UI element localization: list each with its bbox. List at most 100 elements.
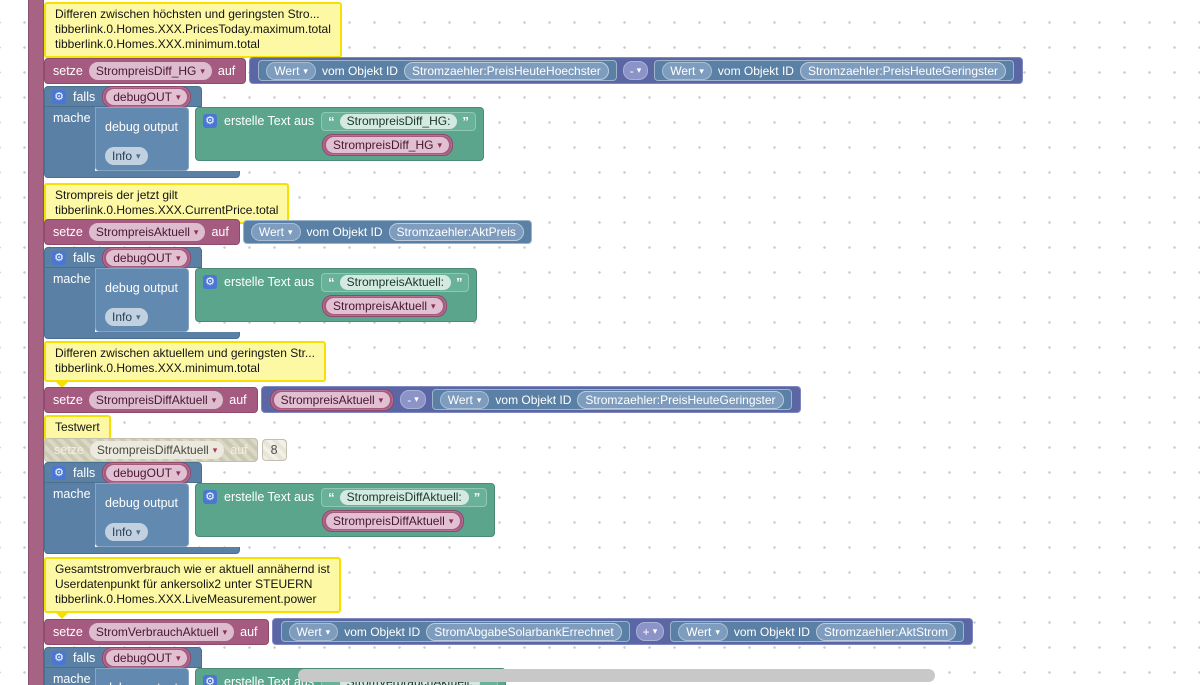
chevron-down-icon: ▾ bbox=[175, 652, 181, 663]
mache-label: mache bbox=[53, 487, 91, 501]
value-type-dropdown[interactable]: Wert ▾ bbox=[288, 622, 339, 641]
variable-dropdown[interactable]: StrompreisDiffAktuell ▾ bbox=[88, 390, 224, 409]
string-block[interactable]: “ StrompreisDiffAktuell: ” bbox=[321, 487, 488, 507]
set-variable-row: setze StrompreisAktuell ▾ auf Wert ▾ vom… bbox=[44, 219, 532, 245]
if-block-group: ⚙ falls debugOUT ▾ mache debug output In… bbox=[44, 85, 484, 178]
gear-icon[interactable]: ⚙ bbox=[203, 675, 217, 685]
gear-icon[interactable]: ⚙ bbox=[203, 490, 217, 504]
value-type-dropdown[interactable]: Wert ▾ bbox=[662, 61, 712, 80]
comment-block[interactable]: Strompreis der jetzt gilt tibberlink.0.H… bbox=[44, 183, 290, 230]
mache-label: mache bbox=[53, 111, 91, 125]
variable-dropdown[interactable]: StrompreisDiff_HG ▾ bbox=[88, 61, 212, 80]
mache-wall[interactable]: mache bbox=[44, 483, 95, 547]
get-value-block[interactable]: Wert ▾ vom Objekt ID Stromzaehler:AktPre… bbox=[242, 220, 532, 244]
set-variable-block[interactable]: setze StrompreisAktuell ▾ auf bbox=[44, 219, 240, 245]
value-type-dropdown[interactable]: Wert ▾ bbox=[250, 223, 301, 241]
comment-line: Strompreis der jetzt gilt bbox=[55, 188, 178, 202]
condition-variable-block[interactable]: debugOUT ▾ bbox=[102, 246, 192, 269]
comment-line: Differen zwischen höchsten und geringste… bbox=[55, 7, 320, 21]
auf-label: auf bbox=[217, 63, 236, 78]
set-variable-row: setze StromVerbrauchAktuell ▾ auf Wert ▾… bbox=[44, 618, 973, 645]
debug-output-block[interactable]: debug output Info ▾ bbox=[95, 107, 189, 171]
log-level-dropdown[interactable]: Info ▾ bbox=[105, 308, 148, 326]
text-variable-block[interactable]: StrompreisAktuell ▾ bbox=[322, 295, 447, 317]
math-operation-block[interactable]: StrompreisAktuell ▾ - ▾ Wert ▾ vom Objek… bbox=[260, 386, 801, 413]
gear-icon[interactable]: ⚙ bbox=[203, 275, 217, 289]
get-value-block[interactable]: Wert ▾ vom Objekt ID Stromzaehler:PreisH… bbox=[431, 389, 792, 410]
string-block[interactable]: “ StrompreisDiff_HG: ” bbox=[321, 111, 476, 131]
string-field[interactable]: StrompreisAktuell: bbox=[339, 274, 451, 290]
if-block-header[interactable]: ⚙ falls debugOUT ▾ bbox=[44, 246, 203, 269]
set-variable-block[interactable]: setze StrompreisDiff_HG ▾ auf bbox=[44, 57, 247, 84]
operator-dropdown[interactable]: - ▾ bbox=[622, 61, 649, 80]
get-value-block[interactable]: Wert ▾ vom Objekt ID Stromzaehler:PreisH… bbox=[654, 60, 1015, 81]
setze-label: setze bbox=[53, 225, 83, 239]
variable-dropdown[interactable]: StrompreisAktuell ▾ bbox=[88, 223, 206, 241]
debug-output-block[interactable]: debug output bbox=[95, 668, 189, 685]
gear-icon[interactable]: ⚙ bbox=[52, 250, 66, 265]
mache-label: mache bbox=[53, 672, 91, 685]
log-level-dropdown[interactable]: Info ▾ bbox=[105, 147, 148, 165]
debug-output-block[interactable]: debug output Info ▾ bbox=[95, 268, 189, 332]
debug-output-block[interactable]: debug output Info ▾ bbox=[95, 483, 189, 547]
string-block[interactable]: “ StrompreisAktuell: ” bbox=[321, 272, 470, 292]
set-variable-block[interactable]: setze StrompreisDiffAktuell ▾ auf bbox=[44, 386, 258, 413]
value-type-dropdown[interactable]: Wert ▾ bbox=[439, 390, 490, 409]
text-variable-block[interactable]: StrompreisDiff_HG ▾ bbox=[322, 134, 454, 156]
if-block-bottom bbox=[44, 332, 240, 339]
gear-icon[interactable]: ⚙ bbox=[52, 465, 66, 480]
comment-line: tibberlink.0.Homes.XXX.minimum.total bbox=[55, 361, 260, 375]
condition-variable-block[interactable]: debugOUT ▾ bbox=[102, 461, 192, 484]
get-value-block[interactable]: Wert ▾ vom Objekt ID Stromzaehler:AktStr… bbox=[670, 621, 964, 642]
condition-variable-block[interactable]: debugOUT ▾ bbox=[102, 646, 192, 669]
operator-dropdown[interactable]: + ▾ bbox=[635, 622, 665, 641]
object-id-field[interactable]: Stromzaehler:AktStrom bbox=[815, 622, 956, 641]
log-level-dropdown[interactable]: Info ▾ bbox=[105, 523, 148, 541]
horizontal-scrollbar-thumb[interactable] bbox=[298, 669, 935, 682]
object-id-field[interactable]: StromAbgabeSolarbankErrechnet bbox=[426, 622, 622, 641]
string-field[interactable]: StrompreisDiffAktuell: bbox=[339, 489, 469, 505]
math-operation-block[interactable]: Wert ▾ vom Objekt ID StromAbgabeSolarban… bbox=[271, 618, 973, 645]
disabled-set-variable-block[interactable]: setze StrompreisDiffAktuell ▾ auf bbox=[44, 438, 258, 462]
if-block-header[interactable]: ⚙ falls debugOUT ▾ bbox=[44, 461, 203, 484]
operator-dropdown[interactable]: - ▾ bbox=[400, 390, 426, 409]
gear-icon[interactable]: ⚙ bbox=[52, 650, 66, 665]
get-value-block[interactable]: Wert ▾ vom Objekt ID Stromzaehler:PreisH… bbox=[258, 60, 617, 81]
object-id-field[interactable]: Stromzaehler:PreisHeuteGeringster bbox=[577, 390, 784, 409]
comment-block[interactable]: Differen zwischen aktuellem und geringst… bbox=[44, 341, 326, 388]
create-text-block[interactable]: ⚙ erstelle Text aus “ StrompreisDiffAktu… bbox=[195, 483, 496, 537]
comment-block[interactable]: Differen zwischen höchsten und geringste… bbox=[44, 2, 342, 64]
create-text-block[interactable]: ⚙ erstelle Text aus “ StrompreisAktuell:… bbox=[195, 268, 478, 322]
object-id-field[interactable]: Stromzaehler:PreisHeuteGeringster bbox=[799, 61, 1007, 80]
condition-variable-block[interactable]: debugOUT ▾ bbox=[102, 85, 192, 108]
variable-dropdown[interactable]: StrompreisDiffAktuell ▾ bbox=[89, 441, 225, 459]
value-type-dropdown[interactable]: Wert ▾ bbox=[266, 61, 316, 80]
comment-line: Testwert bbox=[55, 420, 100, 434]
chevron-down-icon: ▾ bbox=[303, 65, 308, 76]
comment-block[interactable]: Gesamtstromverbrauch wie er aktuell annä… bbox=[44, 557, 341, 619]
string-field[interactable]: StrompreisDiff_HG: bbox=[339, 113, 458, 129]
object-id-field[interactable]: Stromzaehler:AktPreis bbox=[388, 223, 524, 241]
text-variable-block[interactable]: StrompreisDiffAktuell ▾ bbox=[322, 510, 465, 532]
quote-open-icon: “ bbox=[328, 113, 335, 129]
gear-icon[interactable]: ⚙ bbox=[52, 89, 66, 104]
set-variable-block[interactable]: setze StromVerbrauchAktuell ▾ auf bbox=[44, 618, 269, 645]
quote-open-icon: “ bbox=[328, 489, 335, 505]
object-id-field[interactable]: Stromzaehler:PreisHeuteHoechster bbox=[403, 61, 609, 80]
number-field[interactable]: 8 bbox=[261, 439, 287, 461]
variable-dropdown[interactable]: StromVerbrauchAktuell ▾ bbox=[88, 622, 235, 641]
variable-value-block[interactable]: StrompreisAktuell ▾ bbox=[269, 388, 395, 411]
if-block-header[interactable]: ⚙ falls debugOUT ▾ bbox=[44, 646, 203, 669]
create-text-block[interactable]: ⚙ erstelle Text aus “ StrompreisDiff_HG:… bbox=[195, 107, 484, 161]
gear-icon[interactable]: ⚙ bbox=[203, 114, 217, 128]
get-value-block[interactable]: Wert ▾ vom Objekt ID StromAbgabeSolarban… bbox=[280, 621, 630, 642]
if-block-header[interactable]: ⚙ falls debugOUT ▾ bbox=[44, 85, 203, 108]
falls-label: falls bbox=[73, 250, 96, 265]
value-type-dropdown[interactable]: Wert ▾ bbox=[678, 622, 728, 641]
wrapper-block-left-wall[interactable] bbox=[28, 0, 44, 685]
mache-wall[interactable]: mache bbox=[44, 668, 95, 685]
chevron-down-icon: ▾ bbox=[699, 65, 704, 76]
math-operation-block[interactable]: Wert ▾ vom Objekt ID Stromzaehler:PreisH… bbox=[249, 57, 1024, 84]
mache-wall[interactable]: mache bbox=[44, 268, 95, 332]
mache-wall[interactable]: mache bbox=[44, 107, 95, 171]
